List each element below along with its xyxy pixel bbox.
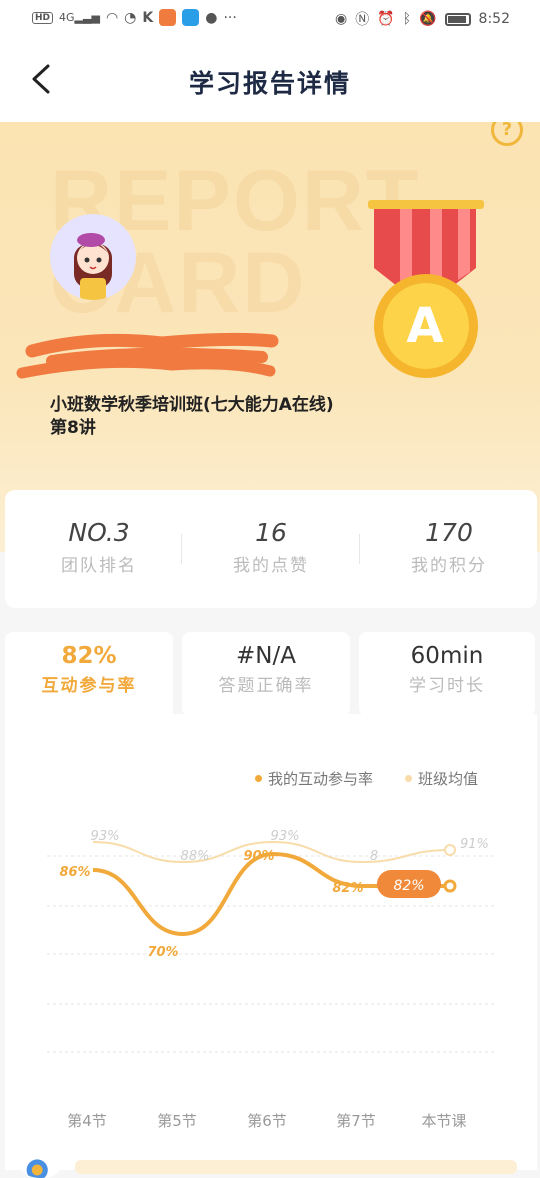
status-bar: HD 4G▂▃▅ ◠ ◔ K ● ··· ◉ Ⓝ ⏰ ᛒ 🔕 8:52	[0, 0, 540, 36]
avatar	[50, 214, 136, 300]
likes-label: 我的点赞	[233, 556, 309, 576]
points-stat: 170 我的积分	[369, 518, 529, 576]
my-data-label: 82%	[332, 881, 363, 896]
x-tick-label: 第5节	[157, 1112, 197, 1130]
tab-interaction-rate[interactable]: 82% 互动参与率	[5, 632, 173, 722]
message-icon: ●	[205, 9, 218, 26]
tab-value: #N/A	[236, 643, 296, 669]
chart-card: 我的互动参与率 班级均值 93% 88% 93% 8 91% 86% 70% 90% 82% 82…	[5, 714, 537, 1170]
x-tick-label: 第6节	[247, 1112, 287, 1130]
x-tick-label: 第4节	[67, 1112, 107, 1130]
tab-accuracy[interactable]: #N/A 答题正确率	[182, 632, 350, 716]
x-tick-label: 本节课	[421, 1112, 466, 1130]
team-rank-stat: NO.3 团队排名	[19, 518, 179, 576]
tab-label: 学习时长	[409, 676, 485, 696]
points-value: 170	[425, 518, 473, 547]
page-title: 学习报告详情	[188, 69, 351, 98]
redacted-name-mark	[16, 332, 279, 379]
battery-icon	[444, 12, 471, 26]
alarm-icon: ⏰	[377, 11, 395, 27]
tab-label: 互动参与率	[41, 676, 137, 696]
x-tick-label: 第7节	[336, 1112, 376, 1130]
assistant-icon[interactable]	[22, 1158, 60, 1178]
my-data-label: 70%	[147, 945, 178, 960]
tab-label: 答题正确率	[218, 676, 314, 696]
tab-value: 60min	[410, 643, 484, 669]
clock-time: 8:52	[478, 11, 510, 27]
wifi-icon: ◠	[105, 9, 119, 26]
avg-data-label: 91%	[460, 837, 489, 852]
eye-icon: ◉	[335, 11, 348, 27]
report-hero: ? REPORT CARD 小班数学秋季培训班(七大能力A在线) 第8讲 A	[0, 122, 540, 552]
stats-card: NO.3 团队排名 16 我的点赞 170 我的积分	[5, 490, 537, 608]
likes-value: 16	[255, 518, 287, 547]
app-icon-orange	[159, 9, 177, 26]
nav-bar: 学习报告详情	[0, 36, 540, 122]
tab-value: 82%	[61, 643, 117, 669]
more-icon: ···	[223, 9, 237, 26]
team-rank-label: 团队排名	[61, 556, 137, 576]
nfc-icon: Ⓝ	[355, 12, 370, 28]
help-icon[interactable]: ?	[491, 122, 523, 146]
tab-study-time[interactable]: 60min 学习时长	[359, 632, 535, 716]
avg-end-point	[444, 844, 456, 856]
likes-stat: 16 我的点赞	[191, 518, 351, 576]
course-title: 小班数学秋季培训班(七大能力A在线) 第8讲	[50, 395, 334, 438]
avg-data-label: 88%	[181, 849, 210, 864]
signal-icon: 4G▂▃▅	[59, 11, 100, 24]
sync-icon: ◔	[124, 9, 137, 26]
divider	[359, 534, 360, 564]
bottom-banner[interactable]	[75, 1160, 517, 1174]
mute-icon: 🔕	[419, 11, 437, 27]
line-chart: 93% 88% 93% 8 91% 86% 70% 90% 82% 82% 第4节 第5节 第6节 第7节…	[47, 829, 495, 1130]
highlight-label: 82%	[393, 878, 424, 894]
k-app-icon: K	[142, 9, 154, 26]
avg-data-label: 93%	[91, 829, 120, 844]
team-rank-value: NO.3	[68, 518, 130, 547]
bluetooth-icon: ᛒ	[402, 11, 412, 27]
divider	[181, 534, 182, 564]
my-data-label: 90%	[243, 849, 274, 864]
hd-icon: HD	[32, 11, 54, 24]
points-label: 我的积分	[411, 556, 487, 576]
app-icon-blue	[182, 9, 200, 26]
avg-data-label: 93%	[271, 829, 300, 844]
grade-letter: A	[406, 298, 444, 354]
avg-data-label: 8	[370, 849, 378, 864]
my-end-point	[443, 879, 457, 893]
my-data-label: 86%	[59, 865, 90, 880]
